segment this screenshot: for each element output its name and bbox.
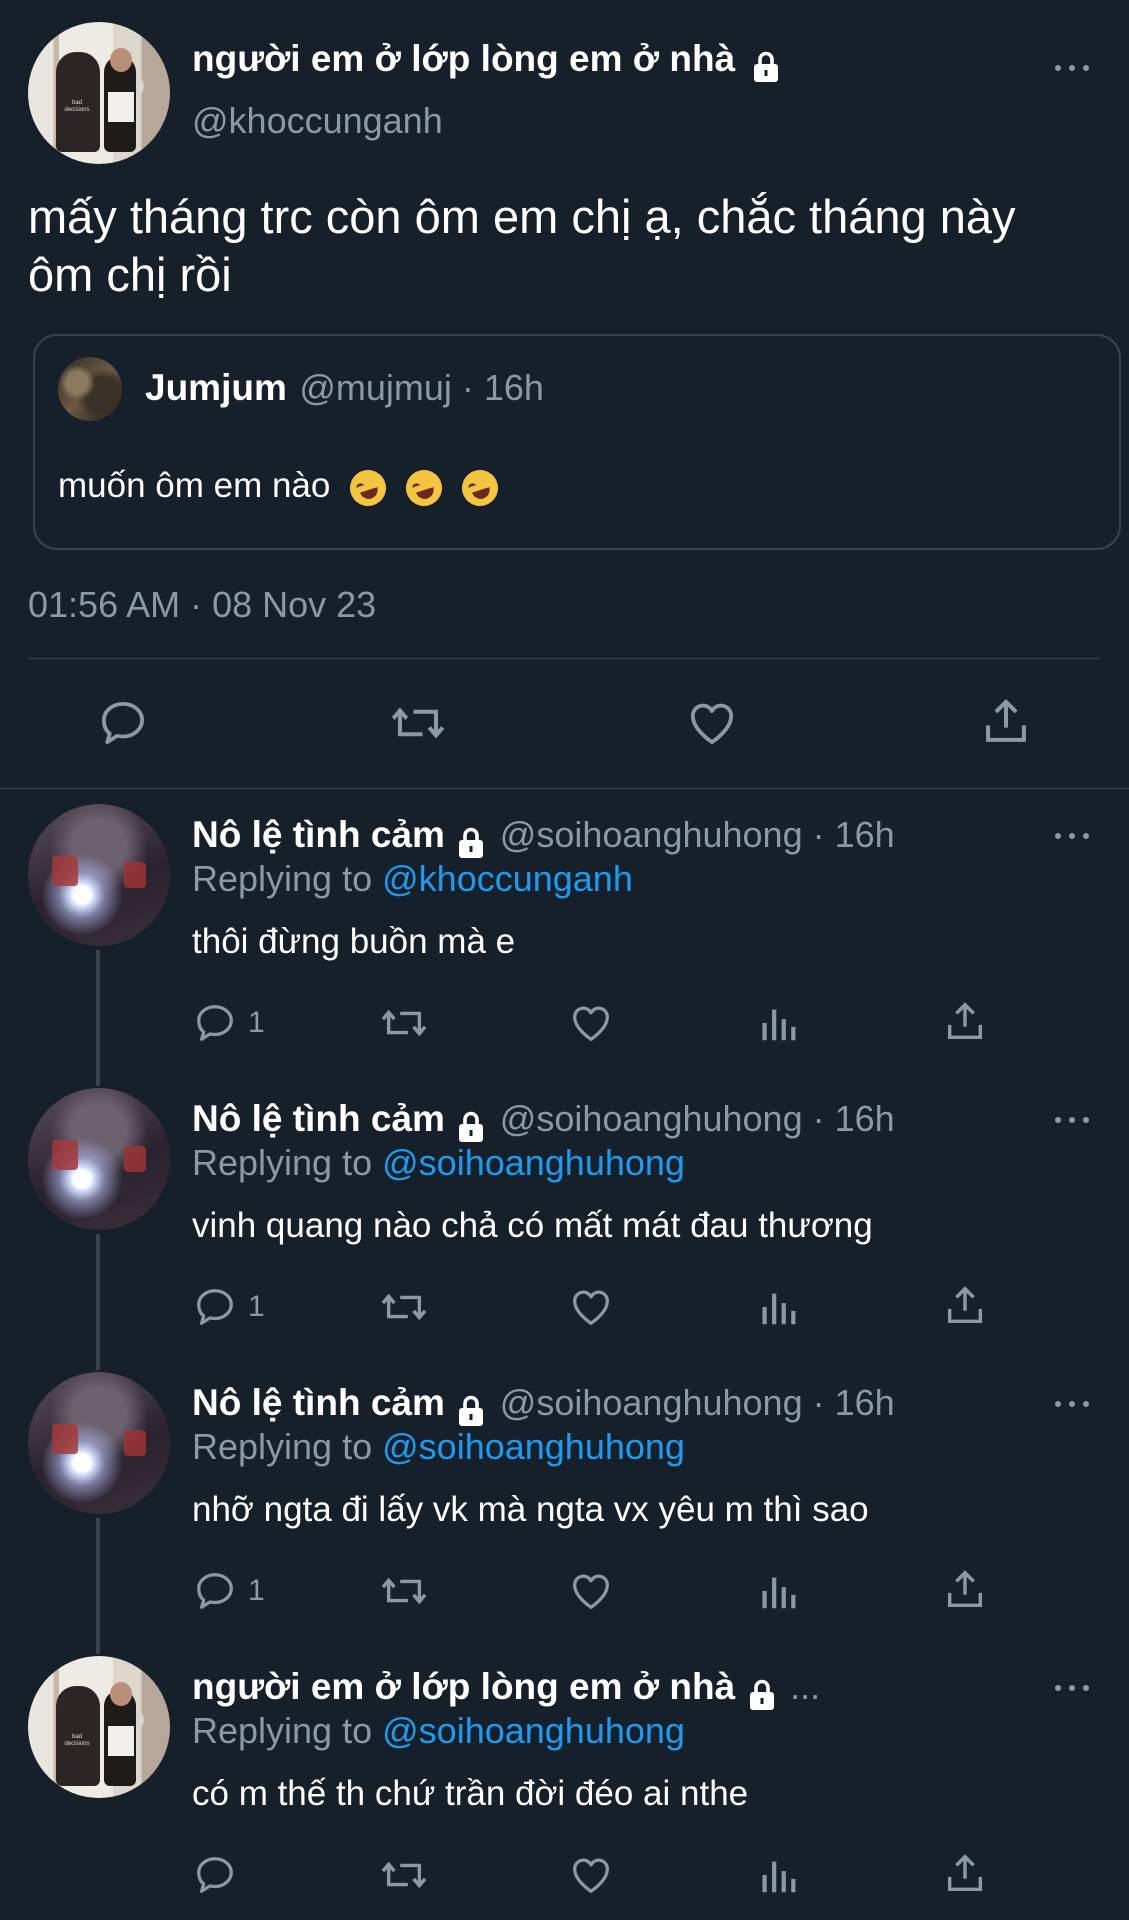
reply-author-avatar[interactable] bbox=[28, 1372, 170, 1514]
share-icon[interactable] bbox=[979, 694, 1033, 750]
share-icon[interactable] bbox=[942, 1566, 988, 1614]
analytics-icon[interactable] bbox=[758, 1284, 798, 1330]
reply-count: 1 bbox=[248, 1006, 265, 1039]
lock-icon bbox=[453, 1393, 489, 1429]
reply-count: 1 bbox=[248, 1574, 265, 1607]
avatar-sign-line1: bad bbox=[71, 1734, 82, 1740]
reply-author-name[interactable]: người em ở lớp lòng em ở nhà bbox=[192, 1666, 735, 1707]
heart-icon[interactable] bbox=[568, 1000, 614, 1046]
reply-header: người em ở lớp lòng em ở nhà ... bbox=[192, 1666, 820, 1713]
analytics-icon[interactable] bbox=[758, 1568, 798, 1614]
reply-author-handle[interactable]: ... bbox=[790, 1666, 820, 1707]
analytics-icon[interactable] bbox=[758, 1852, 798, 1898]
heart-icon[interactable] bbox=[568, 1852, 614, 1898]
share-icon[interactable] bbox=[942, 1850, 988, 1898]
quoted-author-name: Jumjum bbox=[145, 367, 287, 408]
share-icon[interactable] bbox=[942, 1282, 988, 1330]
heart-icon[interactable] bbox=[685, 696, 739, 750]
main-author-name[interactable]: người em ở lớp lòng em ở nhà bbox=[192, 38, 735, 79]
rofl-emoji-icon bbox=[345, 465, 391, 511]
quoted-tweet-text-row: muốn ôm em nào bbox=[58, 465, 503, 511]
quoted-tweet-text: muốn ôm em nào bbox=[58, 466, 331, 505]
replying-to-line: Replying to @soihoanghuhong bbox=[192, 1142, 685, 1184]
lock-icon bbox=[453, 825, 489, 861]
avatar-sign-line2: decisions bbox=[64, 107, 90, 113]
replying-to-handle[interactable]: @soihoanghuhong bbox=[382, 1710, 685, 1751]
retweet-icon[interactable] bbox=[378, 1568, 430, 1614]
reply-text: thôi đừng buồn mà e bbox=[192, 922, 516, 961]
thread-line bbox=[96, 1234, 100, 1370]
avatar-sign-line1: bad bbox=[71, 100, 82, 106]
replying-to-handle[interactable]: @soihoanghuhong bbox=[382, 1142, 685, 1183]
retweet-icon[interactable] bbox=[388, 696, 448, 750]
share-icon[interactable] bbox=[942, 998, 988, 1046]
lock-icon bbox=[744, 1677, 780, 1713]
thread-line bbox=[96, 950, 100, 1086]
retweet-icon[interactable] bbox=[378, 1284, 430, 1330]
retweet-icon[interactable] bbox=[378, 1852, 430, 1898]
main-divider bbox=[28, 658, 1100, 659]
heart-icon[interactable] bbox=[568, 1568, 614, 1614]
replying-to-label: Replying to bbox=[192, 858, 373, 899]
main-author-avatar[interactable]: bad decisions bbox=[28, 22, 170, 164]
reply-author-name[interactable]: Nô lệ tình cảm bbox=[192, 814, 445, 855]
heart-icon[interactable] bbox=[568, 1284, 614, 1330]
main-author-handle[interactable]: @khoccunganh bbox=[192, 100, 443, 142]
more-icon[interactable] bbox=[1055, 1399, 1089, 1409]
replying-to-line: Replying to @khoccunganh bbox=[192, 858, 633, 900]
reply-header: Nô lệ tình cảm @soihoanghuhong · 16h bbox=[192, 814, 895, 861]
reply-author-name[interactable]: Nô lệ tình cảm bbox=[192, 1382, 445, 1423]
reply-header: Nô lệ tình cảm @soihoanghuhong · 16h bbox=[192, 1382, 895, 1429]
analytics-icon[interactable] bbox=[758, 1000, 798, 1046]
more-icon[interactable] bbox=[1055, 831, 1089, 841]
main-tweet-text-line2: ôm chị rồi bbox=[28, 248, 232, 301]
quoted-author-avatar bbox=[58, 357, 122, 421]
lock-icon bbox=[453, 1109, 489, 1145]
replying-to-label: Replying to bbox=[192, 1426, 373, 1467]
retweet-icon[interactable] bbox=[378, 1000, 430, 1046]
reply-count: 1 bbox=[248, 1290, 265, 1323]
reply-icon[interactable] bbox=[96, 696, 150, 750]
reply-text: vinh quang nào chả có mất mát đau thương bbox=[192, 1206, 873, 1245]
replying-to-line: Replying to @soihoanghuhong bbox=[192, 1710, 685, 1752]
reply-author-handle[interactable]: @soihoanghuhong · 16h bbox=[500, 814, 895, 855]
reply-author-avatar[interactable]: bad decisions bbox=[28, 1656, 170, 1798]
lock-icon bbox=[748, 49, 784, 85]
rofl-emoji-icon bbox=[456, 465, 503, 511]
avatar-sign-line2: decisions bbox=[64, 1741, 90, 1747]
main-tweet-text: mấy tháng trc còn ôm em chị ạ, chắc thán… bbox=[28, 188, 1016, 304]
replying-to-label: Replying to bbox=[192, 1142, 373, 1183]
main-tweet-text-line1: mấy tháng trc còn ôm em chị ạ, chắc thán… bbox=[28, 190, 1016, 243]
reply-author-handle[interactable]: @soihoanghuhong · 16h bbox=[500, 1098, 895, 1139]
thread-line bbox=[96, 1518, 100, 1654]
reply-icon[interactable] bbox=[192, 1852, 238, 1898]
reply-text: nhỡ ngta đi lấy vk mà ngta vx yêu m thì … bbox=[192, 1490, 869, 1529]
reply-author-avatar[interactable] bbox=[28, 804, 170, 946]
reply-author-avatar[interactable] bbox=[28, 1088, 170, 1230]
replying-to-handle[interactable]: @soihoanghuhong bbox=[382, 1426, 685, 1467]
main-tweet-timestamp[interactable]: 01:56 AM · 08 Nov 23 bbox=[28, 584, 376, 626]
reply-icon[interactable] bbox=[192, 1000, 238, 1046]
reply-author-name[interactable]: Nô lệ tình cảm bbox=[192, 1098, 445, 1139]
reply-icon[interactable] bbox=[192, 1284, 238, 1330]
reply-header: Nô lệ tình cảm @soihoanghuhong · 16h bbox=[192, 1098, 895, 1145]
reply-author-handle[interactable]: @soihoanghuhong · 16h bbox=[500, 1382, 895, 1423]
replying-to-line: Replying to @soihoanghuhong bbox=[192, 1426, 685, 1468]
section-divider bbox=[0, 788, 1129, 789]
quoted-author-handle: @mujmuj · 16h bbox=[299, 367, 544, 408]
main-author-name-row[interactable]: người em ở lớp lòng em ở nhà bbox=[192, 38, 784, 85]
reply-text: có m thế th chứ trần đời đéo ai nthe bbox=[192, 1774, 749, 1813]
reply-icon[interactable] bbox=[192, 1568, 238, 1614]
more-icon[interactable] bbox=[1055, 1115, 1089, 1125]
replying-to-label: Replying to bbox=[192, 1710, 373, 1751]
replying-to-handle[interactable]: @khoccunganh bbox=[382, 858, 633, 899]
more-icon[interactable] bbox=[1055, 1683, 1089, 1693]
more-icon[interactable] bbox=[1055, 63, 1089, 73]
rofl-emoji-icon bbox=[401, 465, 447, 511]
